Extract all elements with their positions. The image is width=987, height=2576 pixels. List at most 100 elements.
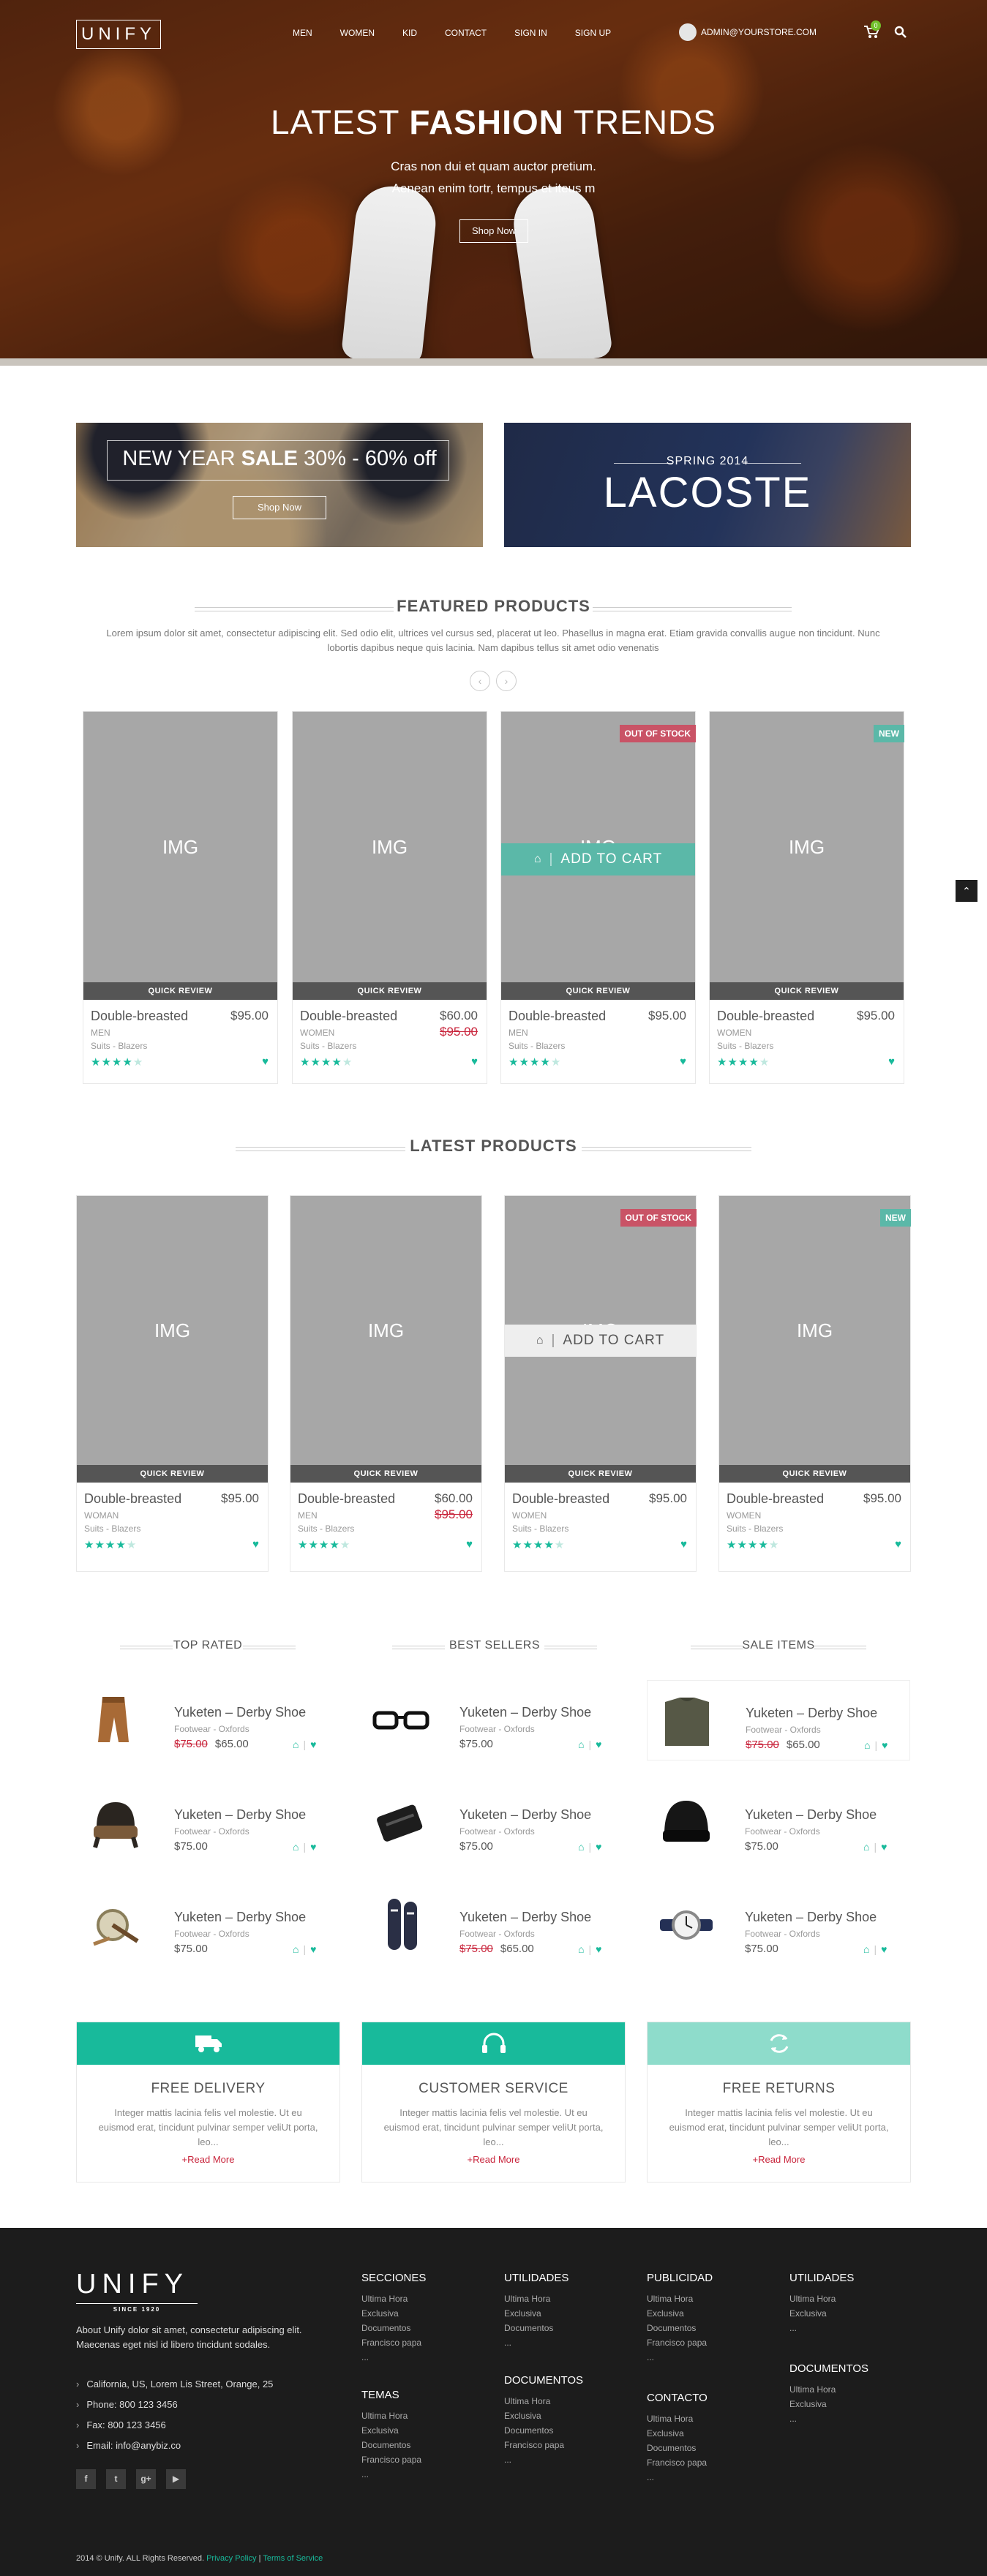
read-more-link[interactable]: +Read More <box>648 2154 910 2165</box>
product-card[interactable]: IMG QUICK REVIEW NEW Double-breasted $95.00 W… <box>718 1195 911 1572</box>
sale-shop-now-button[interactable]: Shop Now <box>233 496 326 519</box>
list-item[interactable]: Yuketen – Derby Shoe Footwear - Oxfords $7… <box>361 1885 625 1965</box>
product-name[interactable]: Double-breasted <box>300 1009 397 1024</box>
twitter-icon[interactable]: t <box>106 2469 126 2489</box>
scroll-top-icon[interactable]: ⌃ <box>956 880 977 902</box>
footer-link[interactable]: ... <box>361 2350 426 2365</box>
quick-review-button[interactable]: QUICK REVIEW <box>719 1465 910 1483</box>
product-subcategory[interactable]: Suits - Blazers <box>298 1524 354 1534</box>
product-name[interactable]: Double-breasted <box>298 1491 395 1507</box>
wishlist-heart-icon[interactable]: ♥ <box>466 1538 473 1551</box>
footer-link[interactable]: Ultima Hora <box>504 2394 583 2409</box>
footer-link[interactable]: Documentos <box>361 2438 421 2452</box>
product-image[interactable]: IMG <box>290 1196 481 1465</box>
cart-icon[interactable]: ⌂ <box>863 1943 869 1955</box>
nav-women[interactable]: WOMEN <box>340 28 375 38</box>
footer-link[interactable]: Exclusiva <box>361 2423 421 2438</box>
product-subcategory[interactable]: Suits - Blazers <box>300 1041 356 1051</box>
footer-link[interactable]: Exclusiva <box>647 2426 708 2441</box>
heart-icon[interactable]: ♥ <box>596 1943 601 1955</box>
cart-icon[interactable]: ⌂ <box>293 1739 299 1750</box>
wishlist-heart-icon[interactable]: ♥ <box>252 1538 259 1551</box>
item-name[interactable]: Yuketen – Derby Shoe <box>459 1910 591 1925</box>
product-name[interactable]: Double-breasted <box>727 1491 824 1507</box>
footer-link[interactable]: Francisco papa <box>361 2335 426 2350</box>
nav-kid[interactable]: KID <box>402 28 417 38</box>
footer-link[interactable]: Ultima Hora <box>789 2382 868 2397</box>
product-card[interactable]: IMG QUICK REVIEW Double-breasted $60.00 $95.… <box>290 1195 482 1572</box>
footer-link[interactable]: ... <box>789 2411 868 2426</box>
lacoste-banner[interactable]: SPRING 2014 LACOSTE <box>504 423 911 547</box>
product-image[interactable]: IMG <box>83 712 277 982</box>
list-item[interactable]: Yuketen – Derby Shoe Footwear - Oxfords $7… <box>76 1782 339 1863</box>
item-name[interactable]: Yuketen – Derby Shoe <box>174 1910 306 1925</box>
list-item[interactable]: Yuketen – Derby Shoe Footwear - Oxfords $7… <box>361 1680 625 1760</box>
terms-link[interactable]: Terms of Service <box>263 2554 323 2563</box>
product-card[interactable]: IMG QUICK REVIEW Double-breasted $95.00 MEN S… <box>83 711 278 1084</box>
cart-icon[interactable]: ⌂ <box>293 1841 299 1853</box>
footer-link[interactable]: Ultima Hora <box>789 2291 854 2306</box>
list-item[interactable]: Yuketen – Derby Shoe Footwear - Oxfords $7… <box>361 1782 625 1863</box>
item-name[interactable]: Yuketen – Derby Shoe <box>745 1807 877 1823</box>
cart-icon[interactable]: ⌂ <box>578 1943 584 1955</box>
footer-link[interactable]: Ultima Hora <box>504 2291 568 2306</box>
privacy-link[interactable]: Privacy Policy <box>206 2554 256 2563</box>
cart-icon[interactable]: ⌂ <box>864 1739 870 1751</box>
cart-icon[interactable]: ⌂ <box>293 1943 299 1955</box>
footer-link[interactable]: Ultima Hora <box>647 2411 708 2426</box>
footer-link[interactable]: Exclusiva <box>789 2397 868 2411</box>
footer-link[interactable]: Francisco papa <box>647 2335 713 2350</box>
prev-arrow-icon[interactable]: ‹ <box>470 671 490 691</box>
footer-link[interactable]: Exclusiva <box>789 2306 854 2321</box>
youtube-icon[interactable]: ▶ <box>166 2469 186 2489</box>
read-more-link[interactable]: +Read More <box>362 2154 625 2165</box>
heart-icon[interactable]: ♥ <box>881 1943 887 1955</box>
heart-icon[interactable]: ♥ <box>310 1739 316 1750</box>
heart-icon[interactable]: ♥ <box>596 1739 601 1750</box>
footer-link[interactable]: Francisco papa <box>647 2455 708 2470</box>
footer-link[interactable]: Documentos <box>361 2321 426 2335</box>
heart-icon[interactable]: ♥ <box>596 1841 601 1853</box>
hero-shop-now-button[interactable]: Shop Now <box>459 219 528 243</box>
footer-link[interactable]: ... <box>504 2335 568 2350</box>
footer-link[interactable]: Francisco papa <box>504 2438 583 2452</box>
cart-icon[interactable]: ⌂ <box>578 1841 584 1853</box>
item-name[interactable]: Yuketen – Derby Shoe <box>745 1910 877 1925</box>
product-card[interactable]: IMG QUICK REVIEW Double-breasted $60.00 $95.… <box>292 711 487 1084</box>
list-item[interactable]: Yuketen – Derby Shoe Footwear - Oxfords $7… <box>647 1680 910 1760</box>
search-icon[interactable] <box>894 26 907 39</box>
add-to-cart-button[interactable]: ⌂ | ADD TO CART <box>501 843 695 875</box>
product-subcategory[interactable]: Suits - Blazers <box>84 1524 140 1534</box>
wishlist-heart-icon[interactable]: ♥ <box>888 1055 895 1068</box>
item-name[interactable]: Yuketen – Derby Shoe <box>459 1705 591 1720</box>
product-name[interactable]: Double-breasted <box>508 1009 606 1024</box>
nav-men[interactable]: MEN <box>293 28 312 38</box>
footer-link[interactable]: ... <box>647 2350 713 2365</box>
footer-link[interactable]: Documentos <box>504 2321 568 2335</box>
product-name[interactable]: Double-breasted <box>84 1491 181 1507</box>
heart-icon[interactable]: ♥ <box>310 1841 316 1853</box>
quick-review-button[interactable]: QUICK REVIEW <box>710 982 904 1000</box>
wishlist-heart-icon[interactable]: ♥ <box>680 1538 687 1551</box>
footer-logo[interactable]: UNIFY <box>76 2269 189 2300</box>
product-image[interactable]: IMG <box>710 712 904 982</box>
product-subcategory[interactable]: Suits - Blazers <box>727 1524 783 1534</box>
footer-link[interactable]: Ultima Hora <box>361 2409 421 2423</box>
product-card[interactable]: IMGQUICK REVIEWOUT OF STOCK⌂|ADD TO CART… <box>500 711 696 1084</box>
footer-link[interactable]: ... <box>789 2321 854 2335</box>
quick-review-button[interactable]: QUICK REVIEW <box>83 982 277 1000</box>
product-name[interactable]: Double-breasted <box>512 1491 609 1507</box>
list-item[interactable]: Yuketen – Derby Shoe Footwear - Oxfords $7… <box>76 1885 339 1965</box>
footer-link[interactable]: ... <box>504 2452 583 2467</box>
next-arrow-icon[interactable]: › <box>496 671 517 691</box>
quick-review-button[interactable]: QUICK REVIEW <box>77 1465 268 1483</box>
quick-review-button[interactable]: QUICK REVIEW <box>505 1465 696 1483</box>
item-name[interactable]: Yuketen – Derby Shoe <box>459 1807 591 1823</box>
facebook-icon[interactable]: f <box>76 2469 96 2489</box>
footer-link[interactable]: Ultima Hora <box>647 2291 713 2306</box>
cart-icon[interactable]: ⌂ <box>578 1739 584 1750</box>
quick-review-button[interactable]: QUICK REVIEW <box>293 982 487 1000</box>
sale-banner[interactable]: NEW YEAR SALE 30% - 60% off Shop Now <box>76 423 483 547</box>
google-plus-icon[interactable]: g+ <box>136 2469 156 2489</box>
product-image[interactable]: IMG <box>293 712 487 982</box>
